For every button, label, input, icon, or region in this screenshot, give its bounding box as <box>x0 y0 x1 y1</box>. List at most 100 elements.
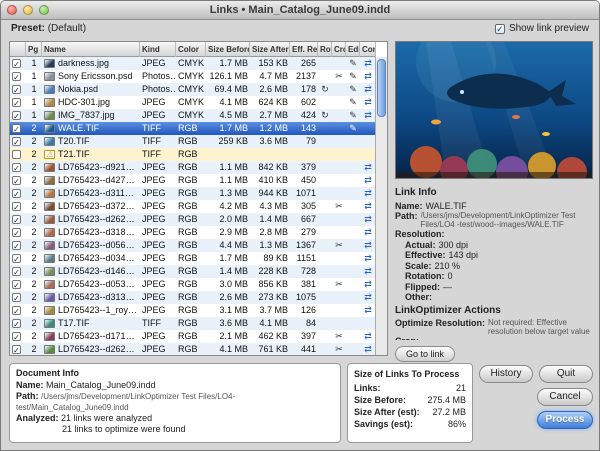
edit-action-icon[interactable] <box>346 226 360 239</box>
edit-action-icon[interactable]: ✎ <box>346 57 360 70</box>
crop-action-icon[interactable] <box>332 161 346 174</box>
crop-action-icon[interactable] <box>332 174 346 187</box>
col-crop[interactable]: Crop <box>332 42 346 57</box>
table-row[interactable]: ✓ 2 LD765423--d146045.jpg JPEG RGB 1.4 M… <box>10 265 376 278</box>
row-checkbox[interactable]: ✓ <box>10 96 26 109</box>
convert-action-icon[interactable] <box>360 148 376 161</box>
scrollbar-thumb[interactable] <box>377 59 386 117</box>
convert-action-icon[interactable]: ⇄ <box>360 200 376 213</box>
col-eff-res[interactable]: Eff. Res. <box>290 42 318 57</box>
table-row[interactable]: ✓ 1 Nokia.psd Photos… CMYK 69.4 MB 2.6 M… <box>10 83 376 96</box>
table-row[interactable]: ✓ 2 WALE.TIF TIFF RGB 1.7 MB 1.2 MB 143 … <box>10 122 376 135</box>
row-checkbox[interactable]: ✓ <box>10 343 26 355</box>
table-row[interactable]: ✓ 2 LD765423--d262734.jpg JPEG RGB 2.0 M… <box>10 213 376 226</box>
convert-action-icon[interactable]: ⇄ <box>360 252 376 265</box>
col-rotation[interactable]: Rot. <box>318 42 332 57</box>
edit-action-icon[interactable] <box>346 200 360 213</box>
table-row[interactable]: ✓ 2 T17.TIF TIFF RGB 3.6 MB 4.1 MB 84 <box>10 317 376 330</box>
edit-action-icon[interactable] <box>346 278 360 291</box>
crop-action-icon[interactable] <box>332 96 346 109</box>
convert-action-icon[interactable]: ⇄ <box>360 226 376 239</box>
col-page[interactable]: Pg <box>26 42 42 57</box>
crop-action-icon[interactable]: ✂ <box>332 343 346 355</box>
convert-action-icon[interactable]: ⇄ <box>360 83 376 96</box>
edit-action-icon[interactable] <box>346 330 360 343</box>
convert-action-icon[interactable]: ⇄ <box>360 70 376 83</box>
crop-action-icon[interactable] <box>332 57 346 70</box>
convert-action-icon[interactable]: ⇄ <box>360 265 376 278</box>
row-checkbox[interactable]: ✓ <box>10 278 26 291</box>
go-to-link-button[interactable]: Go to link <box>395 346 455 362</box>
row-checkbox[interactable] <box>10 148 26 161</box>
edit-action-icon[interactable]: ✎ <box>346 96 360 109</box>
edit-action-icon[interactable] <box>346 343 360 355</box>
row-checkbox[interactable]: ✓ <box>10 291 26 304</box>
history-button[interactable]: History <box>479 365 533 383</box>
row-checkbox[interactable]: ✓ <box>10 83 26 96</box>
row-checkbox[interactable]: ✓ <box>10 122 26 135</box>
crop-action-icon[interactable]: ✂ <box>332 200 346 213</box>
crop-action-icon[interactable] <box>332 317 346 330</box>
col-select[interactable] <box>10 42 26 57</box>
crop-action-icon[interactable] <box>332 122 346 135</box>
table-row[interactable]: ✓ 2 LD765423--d372627.jpg JPEG RGB 4.2 M… <box>10 200 376 213</box>
row-checkbox[interactable]: ✓ <box>10 265 26 278</box>
edit-action-icon[interactable] <box>346 252 360 265</box>
row-checkbox[interactable]: ✓ <box>10 200 26 213</box>
convert-action-icon[interactable]: ⇄ <box>360 213 376 226</box>
table-row[interactable]: ✓ 2 LD765423--d0563845.jpg JPEG RGB 4.4 … <box>10 239 376 252</box>
table-row[interactable]: ✓ 2 LD765423--d262734.jpg JPEG RGB 4.1 M… <box>10 343 376 355</box>
table-row[interactable]: ✓ 2 LD765423--d921793.jpg JPEG RGB 1.1 M… <box>10 161 376 174</box>
crop-action-icon[interactable]: ✂ <box>332 278 346 291</box>
col-kind[interactable]: Kind <box>140 42 176 57</box>
row-checkbox[interactable]: ✓ <box>10 57 26 70</box>
edit-action-icon[interactable] <box>346 187 360 200</box>
preset-popup[interactable]: Preset: (Default) <box>11 23 86 34</box>
crop-action-icon[interactable] <box>332 304 346 317</box>
crop-action-icon[interactable] <box>332 187 346 200</box>
crop-action-icon[interactable]: ✂ <box>332 239 346 252</box>
col-size-before[interactable]: Size Before <box>206 42 250 57</box>
edit-action-icon[interactable] <box>346 161 360 174</box>
table-row[interactable]: ✓ 2 LD765423--d0536190.jpg JPEG RGB 3.0 … <box>10 278 376 291</box>
table-row[interactable]: ✓ 2 LD765423--d31301001.jpg JPEG RGB 2.6… <box>10 291 376 304</box>
table-row[interactable]: ✓ 2 LD765423--d171611.jpg JPEG RGB 2.1 M… <box>10 330 376 343</box>
convert-action-icon[interactable]: ⇄ <box>360 239 376 252</box>
table-header[interactable]: Pg Name Kind Color Size Before Size Afte… <box>10 42 376 57</box>
edit-action-icon[interactable] <box>346 304 360 317</box>
crop-action-icon[interactable] <box>332 213 346 226</box>
row-checkbox[interactable]: ✓ <box>10 109 26 122</box>
row-checkbox[interactable]: ✓ <box>10 213 26 226</box>
edit-action-icon[interactable]: ✎ <box>346 109 360 122</box>
row-checkbox[interactable]: ✓ <box>10 70 26 83</box>
crop-action-icon[interactable]: ✂ <box>332 70 346 83</box>
col-edit[interactable]: Edit <box>346 42 360 57</box>
row-checkbox[interactable]: ✓ <box>10 174 26 187</box>
row-checkbox[interactable]: ✓ <box>10 252 26 265</box>
table-row[interactable]: ✓ 2 LD765423--d427748.jpg JPEG RGB 1.1 M… <box>10 174 376 187</box>
crop-action-icon[interactable] <box>332 226 346 239</box>
col-color[interactable]: Color <box>176 42 206 57</box>
edit-action-icon[interactable] <box>346 135 360 148</box>
edit-action-icon[interactable] <box>346 213 360 226</box>
edit-action-icon[interactable] <box>346 148 360 161</box>
convert-action-icon[interactable] <box>360 135 376 148</box>
convert-action-icon[interactable]: ⇄ <box>360 278 376 291</box>
row-checkbox[interactable]: ✓ <box>10 161 26 174</box>
table-row[interactable]: ✓ 2 LD765423--d0347287.jpg JPEG RGB 1.7 … <box>10 252 376 265</box>
table-row[interactable]: 2 ⚠T21.TIF TIFF RGB <box>10 148 376 161</box>
table-row[interactable]: ✓ 1 HDC-301.jpg JPEG CMYK 4.1 MB 624 KB … <box>10 96 376 109</box>
edit-action-icon[interactable] <box>346 317 360 330</box>
crop-action-icon[interactable]: ✂ <box>332 330 346 343</box>
crop-action-icon[interactable] <box>332 291 346 304</box>
table-row[interactable]: ✓ 2 T20.TIF TIFF RGB 259 KB 3.6 MB 79 <box>10 135 376 148</box>
process-button[interactable]: Process <box>537 411 593 429</box>
table-row[interactable]: ✓ 1 IMG_7837.jpg JPEG CMYK 4.5 MB 2.7 MB… <box>10 109 376 122</box>
table-scrollbar[interactable] <box>375 57 387 355</box>
title-bar[interactable]: Links • Main_Catalog_June09.indd <box>1 1 599 20</box>
row-checkbox[interactable]: ✓ <box>10 187 26 200</box>
table-row[interactable]: ✓ 2 LD765423--d318294.jpg JPEG RGB 2.9 M… <box>10 226 376 239</box>
table-row[interactable]: ✓ 2 LD765423--d311745.jpg JPEG RGB 1.3 M… <box>10 187 376 200</box>
table-row[interactable]: ✓ 2 LD765423--1_roy4.jpg JPEG RGB 3.1 MB… <box>10 304 376 317</box>
table-row[interactable]: ✓ 1 Sony Ericsson.psd Photos… CMYK 126.1… <box>10 70 376 83</box>
